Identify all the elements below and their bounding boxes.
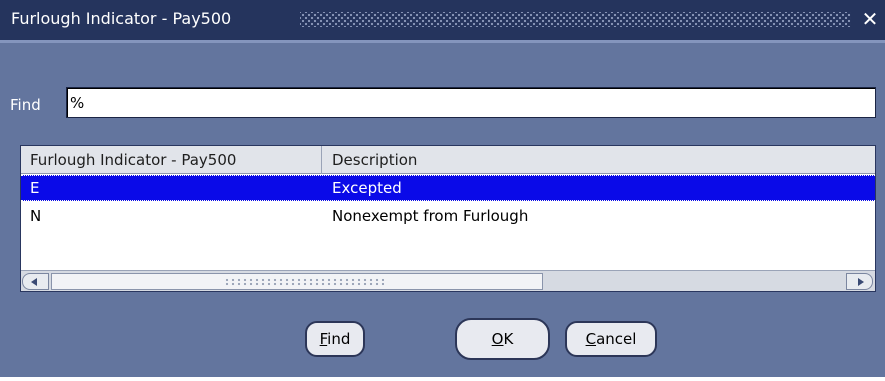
scroll-right-arrow-icon[interactable] xyxy=(846,273,873,290)
column-header-furlough-indicator[interactable]: Furlough Indicator - Pay500 xyxy=(21,146,322,174)
table-row[interactable]: N Nonexempt from Furlough xyxy=(21,204,875,230)
find-label: Find xyxy=(10,96,41,114)
results-table: Furlough Indicator - Pay500 Description … xyxy=(20,145,876,292)
bottom-edge xyxy=(0,377,885,381)
ok-button-mnemonic: O xyxy=(491,330,504,348)
cell-code: N xyxy=(30,207,42,225)
horizontal-scrollbar[interactable] xyxy=(21,270,875,291)
cell-description: Excepted xyxy=(332,179,402,197)
table-header: Furlough Indicator - Pay500 Description xyxy=(21,146,875,174)
window-title: Furlough Indicator - Pay500 xyxy=(11,9,232,28)
table-row-selected[interactable]: E Excepted xyxy=(21,175,875,201)
title-divider xyxy=(0,40,885,43)
title-bar[interactable]: Furlough Indicator - Pay500 ✕ xyxy=(0,0,885,40)
column-header-description[interactable]: Description xyxy=(323,146,875,174)
cell-code: E xyxy=(30,179,40,197)
title-bar-grip[interactable] xyxy=(300,12,851,27)
cancel-button[interactable]: Cancel xyxy=(565,321,657,357)
find-input[interactable] xyxy=(66,87,876,118)
cancel-button-label: ancel xyxy=(596,330,637,348)
cancel-button-mnemonic: C xyxy=(585,330,597,348)
lov-dialog: Furlough Indicator - Pay500 ✕ Find Furlo… xyxy=(0,0,885,381)
scroll-left-arrow-icon[interactable] xyxy=(22,273,49,290)
thumb-grip xyxy=(224,278,384,286)
ok-button-label: K xyxy=(503,330,514,348)
cell-description: Nonexempt from Furlough xyxy=(332,207,529,225)
scrollbar-thumb[interactable] xyxy=(51,273,543,290)
close-icon[interactable]: ✕ xyxy=(859,6,881,32)
ok-button[interactable]: OK xyxy=(455,318,550,360)
find-button[interactable]: Find xyxy=(305,321,365,357)
find-button-label: ind xyxy=(327,330,351,348)
